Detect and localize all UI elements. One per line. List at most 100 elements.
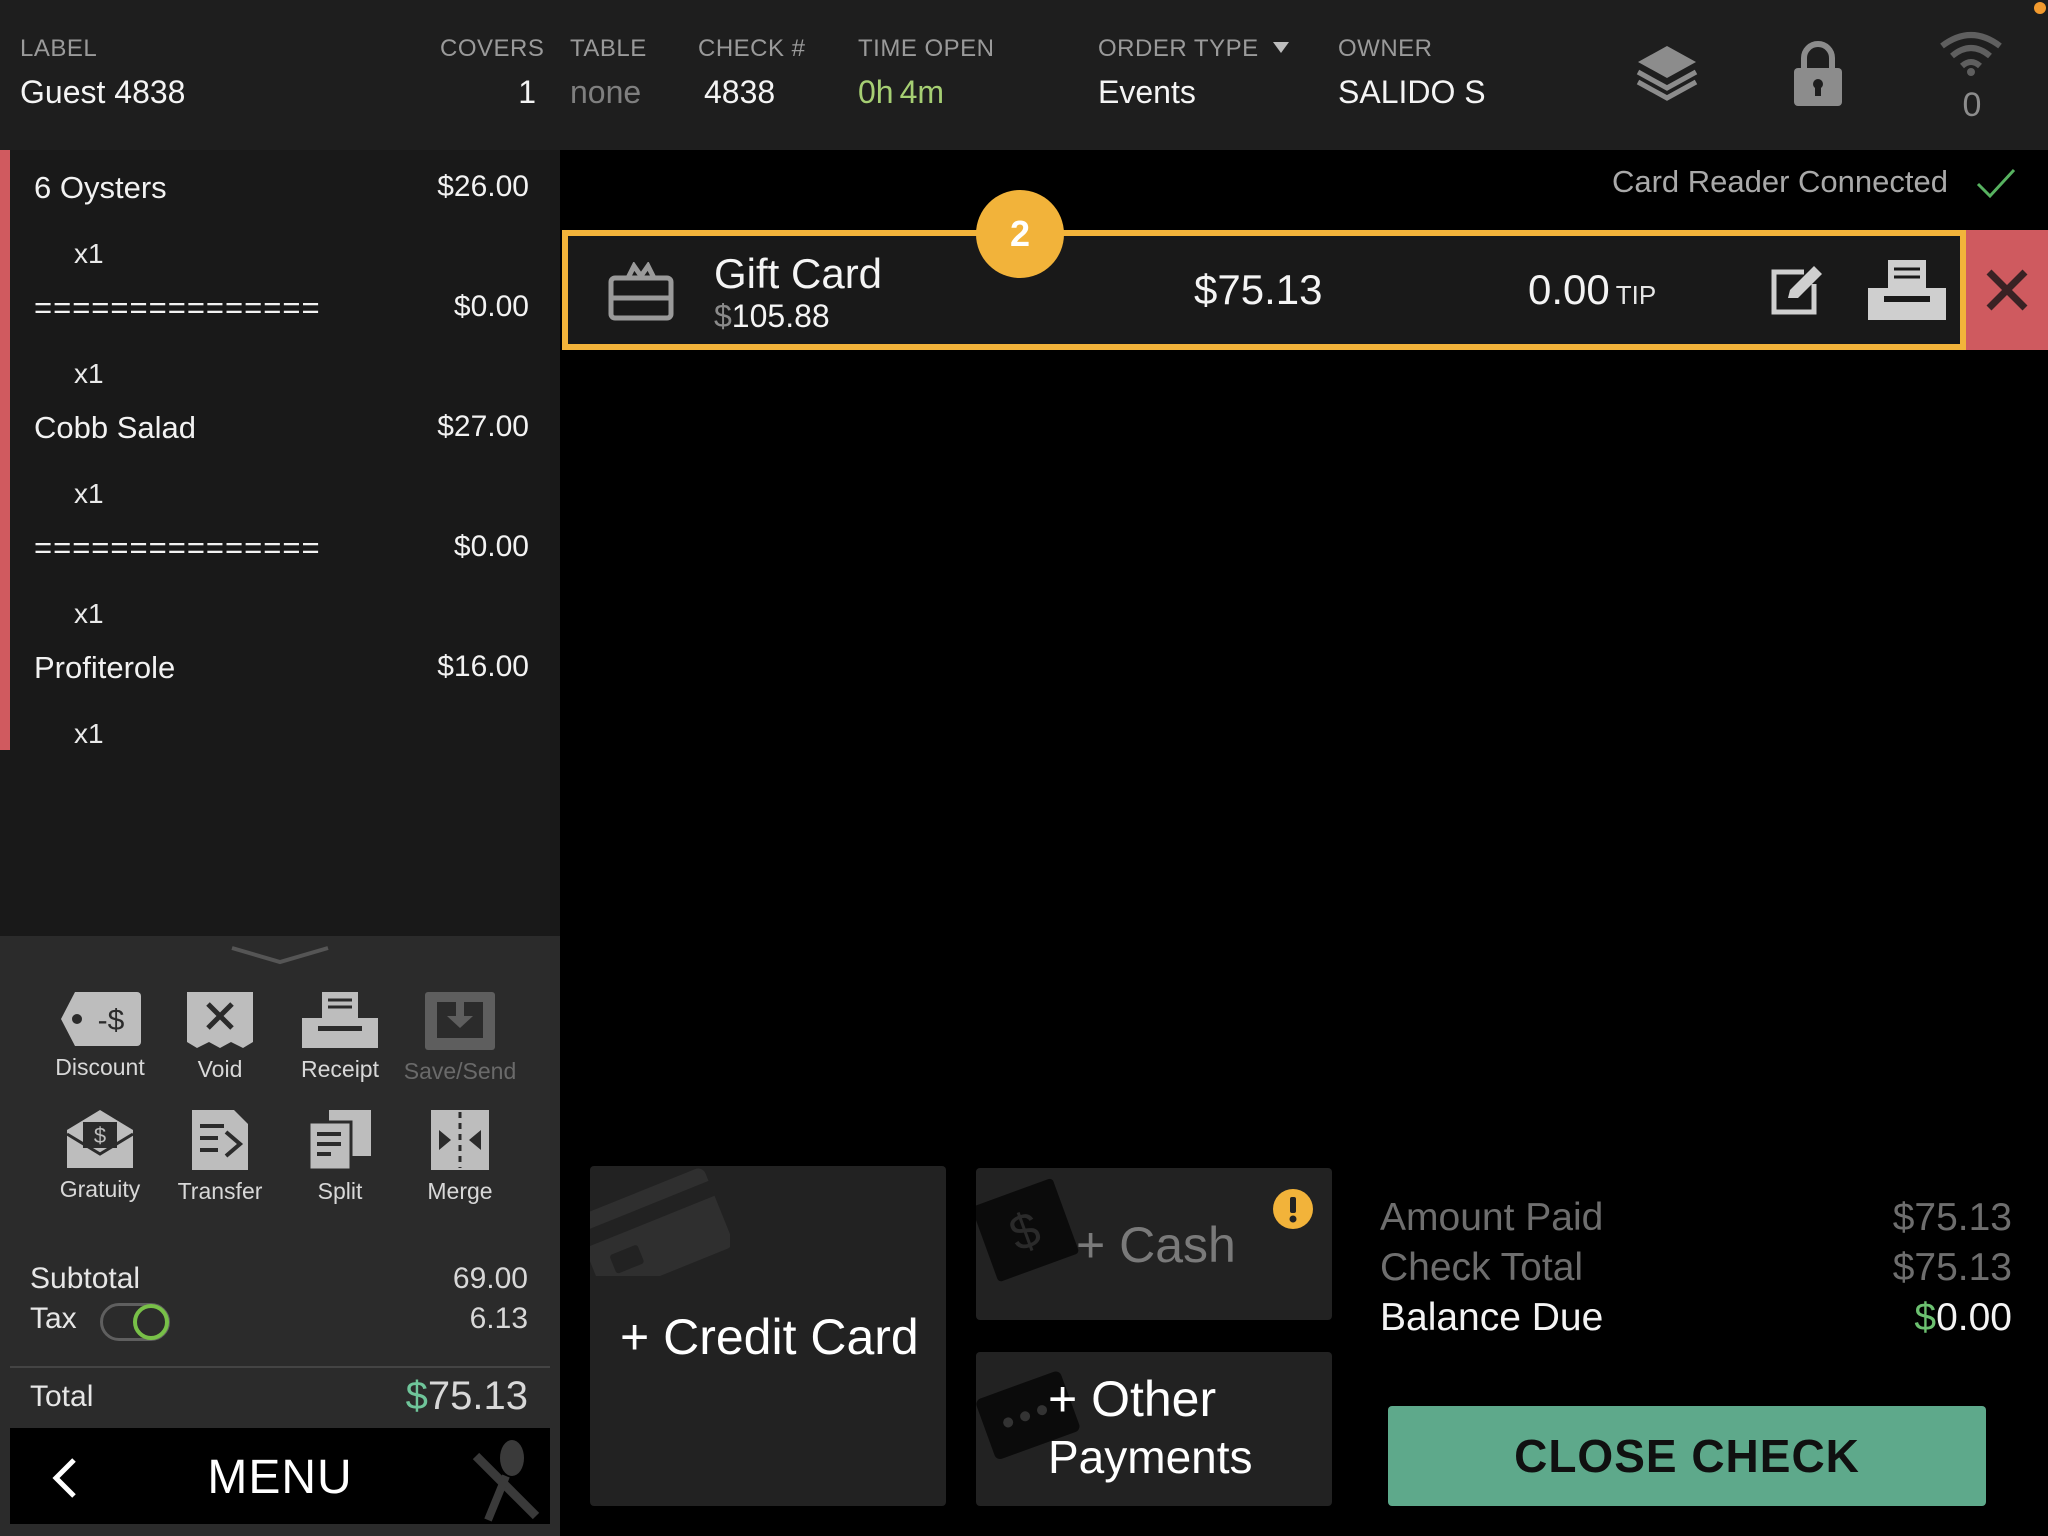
covers-field[interactable]: COVERS 1 (440, 34, 545, 114)
order-item-name: 6 Oysters (34, 170, 167, 205)
balance-due-amount: 0.00 (1936, 1296, 2012, 1339)
tax-toggle[interactable] (100, 1303, 170, 1341)
discount-label: Discount (55, 1054, 145, 1080)
edit-icon[interactable] (1768, 264, 1824, 318)
gift-card-payment-row[interactable]: Gift Card $105.88 $75.13 0.00 TIP (562, 230, 1966, 350)
order-item-price: $0.00 (453, 530, 529, 563)
split-icon (307, 1110, 371, 1172)
close-icon (1986, 269, 2028, 311)
card-reader-status: Card Reader Connected (1611, 164, 1948, 199)
time-open-value: 0h 4m (858, 70, 995, 114)
order-item-name: =============== (34, 530, 321, 565)
other-payments-label-line2: Payments (1048, 1431, 1253, 1483)
label-title: LABEL (20, 35, 98, 62)
order-item-qty: x1 (74, 238, 104, 269)
credit-card-icon (590, 1168, 730, 1276)
check-number-field: CHECK # 4838 (698, 34, 806, 114)
wifi-icon[interactable] (1938, 30, 2004, 76)
layers-icon[interactable] (1634, 40, 1700, 106)
time-open-hours: 0 (858, 74, 876, 110)
time-open-hours-unit: h (875, 74, 894, 110)
total-currency: $ (405, 1374, 428, 1418)
order-accent-bar (0, 150, 10, 750)
tax-label: Tax (30, 1302, 77, 1335)
total-row: Total $75.13 (30, 1374, 528, 1418)
chevron-down-icon (1272, 42, 1289, 54)
table-field[interactable]: TABLE none (570, 34, 647, 114)
payment-tip[interactable]: 0.00 TIP (1528, 266, 1656, 314)
gift-card-balance-amount: 105.88 (731, 298, 830, 334)
check-number-title: CHECK # (698, 35, 806, 62)
check-icon (1976, 168, 2016, 199)
collapse-chevron-icon[interactable] (228, 944, 332, 966)
merge-label: Merge (427, 1178, 493, 1204)
wifi-count: 0 (1962, 86, 1982, 124)
label-field[interactable]: LABEL Guest 4838 (20, 34, 185, 114)
order-item-qty: x1 (74, 598, 104, 629)
amount-paid-value: $75.13 (1892, 1196, 2012, 1239)
receipt-button[interactable]: Receipt (280, 990, 400, 1083)
amount-paid-label: Amount Paid (1380, 1196, 1604, 1239)
order-type-value: Events (1098, 74, 1196, 110)
time-open-title: TIME OPEN (858, 35, 995, 62)
table-value: none (570, 74, 642, 110)
order-item-qty: x1 (74, 478, 104, 509)
order-type-title-text: ORDER TYPE (1098, 35, 1259, 62)
owner-field[interactable]: OWNER SALIDO S (1338, 34, 1486, 114)
transfer-button[interactable]: Transfer (160, 1108, 280, 1205)
printer-icon (302, 992, 378, 1048)
amount-paid-row: Amount Paid $75.13 (1380, 1196, 2012, 1240)
close-check-button[interactable]: CLOSE CHECK (1388, 1406, 1986, 1506)
tax-toggle-knob (133, 1304, 169, 1340)
label-value: Guest 4838 (20, 74, 186, 110)
covers-title: COVERS (440, 35, 545, 62)
menu-button[interactable]: MENU (10, 1428, 550, 1524)
gratuity-button[interactable]: $ Gratuity (40, 1108, 160, 1203)
merge-button[interactable]: Merge (400, 1108, 520, 1205)
print-receipt-icon[interactable] (1866, 258, 1948, 322)
order-item-qty: x1 (74, 718, 104, 749)
check-total-row: Check Total $75.13 (1380, 1246, 2012, 1290)
discount-button[interactable]: -$ Discount (40, 990, 160, 1081)
order-item-name: Cobb Salad (34, 410, 197, 445)
payment-count-badge: 2 (976, 190, 1064, 278)
balance-due-currency: $ (1914, 1296, 1937, 1339)
void-button[interactable]: Void (160, 990, 280, 1083)
order-item-price: $0.00 (453, 290, 529, 323)
cash-label: + Cash (1076, 1217, 1236, 1273)
subtotal-value: 69.00 (452, 1262, 528, 1295)
owner-value: SALIDO S (1338, 74, 1486, 110)
split-label: Split (317, 1178, 363, 1204)
order-type-dropdown[interactable]: ORDER TYPE Events (1098, 34, 1289, 114)
balance-due-row: Balance Due $0.00 (1380, 1296, 2012, 1340)
split-button[interactable]: Split (280, 1108, 400, 1205)
notification-dot (2034, 2, 2046, 14)
gratuity-label: Gratuity (59, 1176, 141, 1202)
tax-value: 6.13 (469, 1302, 528, 1335)
cash-button[interactable]: $ + Cash (976, 1168, 1332, 1320)
lock-icon[interactable] (1790, 38, 1846, 108)
void-receipt-icon (187, 992, 253, 1048)
svg-text:-$: -$ (98, 1004, 125, 1037)
total-label: Total (30, 1380, 94, 1413)
transfer-icon (192, 1110, 248, 1170)
save-send-button[interactable]: Save/Send (400, 990, 520, 1085)
save-send-label: Save/Send (403, 1058, 517, 1084)
remove-payment-button[interactable] (1966, 230, 2048, 350)
order-item-name: =============== (34, 290, 321, 325)
covers-value: 1 (518, 74, 536, 110)
credit-card-label: + Credit Card (620, 1309, 919, 1365)
payment-amount[interactable]: $75.13 (1194, 266, 1322, 314)
cash-icon: $ (976, 1178, 1079, 1282)
gift-card-balance: $105.88 (714, 298, 830, 335)
owner-title: OWNER (1338, 35, 1433, 62)
time-open-field: TIME OPEN 0h 4m (858, 34, 995, 114)
order-type-title: ORDER TYPE (1098, 34, 1289, 64)
order-item-qty: x1 (74, 358, 104, 389)
order-item-price: $27.00 (437, 410, 529, 443)
other-payments-button[interactable]: + Other Payments (976, 1352, 1332, 1506)
total-amount: 75.13 (427, 1374, 528, 1418)
discount-tag-icon: -$ (61, 992, 141, 1046)
credit-card-button[interactable]: + Credit Card (590, 1166, 946, 1506)
balance-due-label: Balance Due (1380, 1296, 1604, 1339)
